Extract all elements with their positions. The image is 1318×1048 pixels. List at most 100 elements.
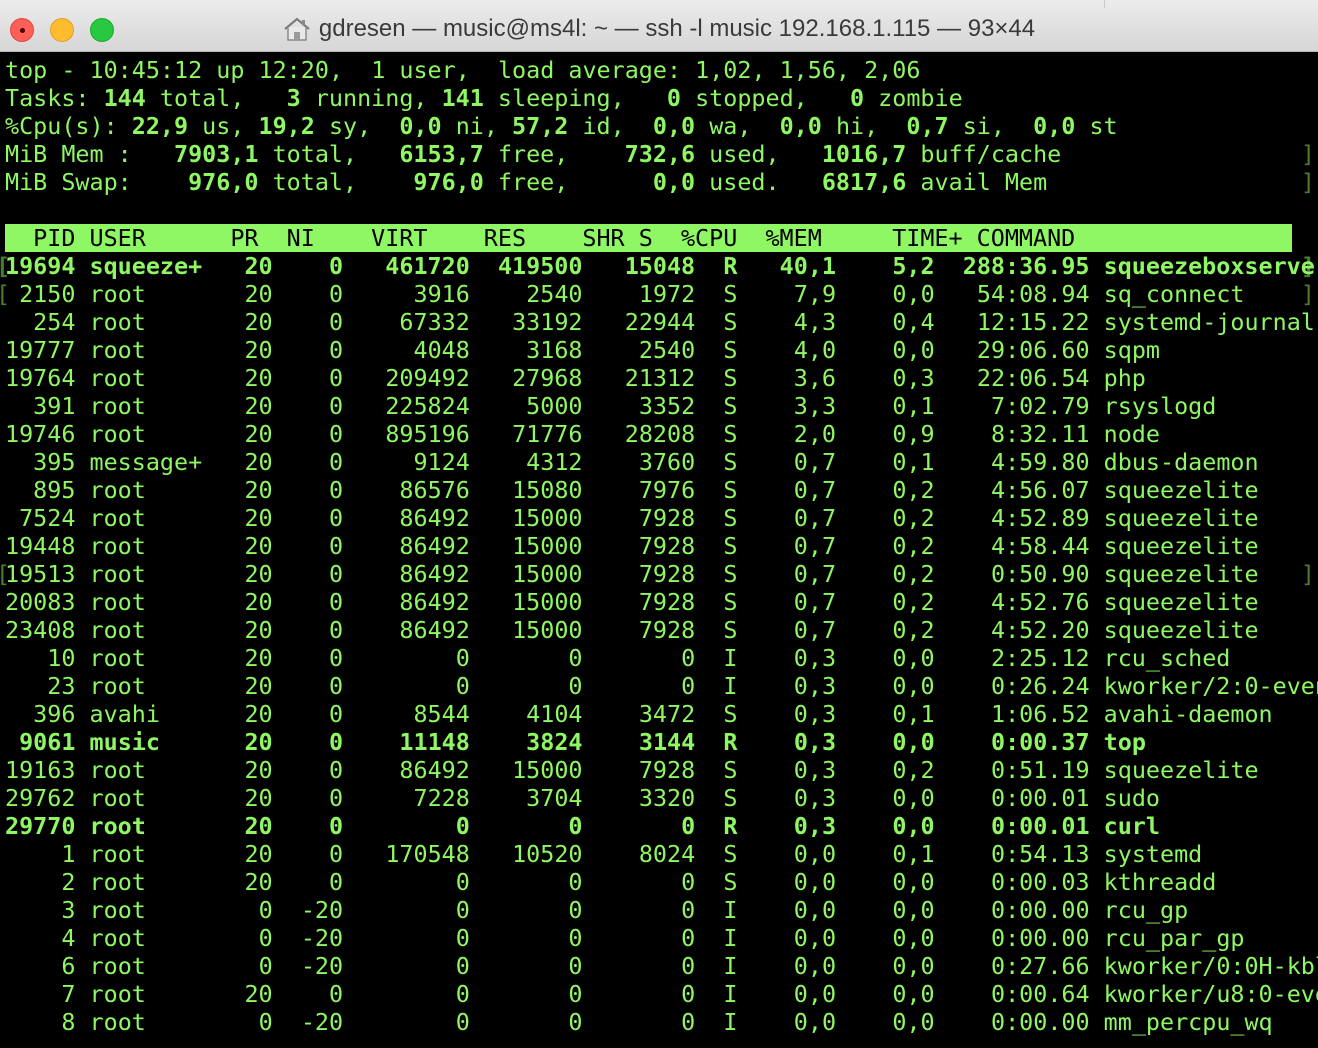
ni-cell: 0 (328, 644, 344, 672)
terminal-content[interactable]: top - 10:45:12 up 12:20, 1 user, load av… (0, 56, 1318, 1048)
ni-cell: 0 (328, 700, 344, 728)
virt-cell: 895196 (385, 420, 470, 448)
shr-cell: 0 (681, 644, 696, 672)
user-cell: root (89, 644, 146, 672)
command-cell: sq_connect (1103, 280, 1245, 308)
shr-cell: 7928 (638, 504, 696, 532)
state-cell: I (723, 1008, 738, 1036)
command-cell: rcu_sched (1103, 644, 1231, 672)
res-cell: 15000 (512, 504, 583, 532)
res-cell: 3704 (526, 784, 583, 812)
virt-cell: 0 (455, 980, 470, 1008)
pr-cell: 20 (244, 280, 273, 308)
res-cell: 33192 (512, 308, 583, 336)
command-cell: node (1103, 420, 1160, 448)
pid-cell: 2150 (19, 280, 76, 308)
shr-cell: 7928 (638, 616, 696, 644)
pid-cell: 29762 (5, 784, 76, 812)
shr-cell: 7976 (638, 476, 696, 504)
res-cell: 419500 (497, 252, 583, 280)
state-cell: R (723, 812, 738, 840)
pr-cell: 20 (244, 728, 273, 756)
cpu-cell: 2,0 (793, 420, 837, 448)
shr-cell: 15048 (624, 252, 696, 280)
pr-cell: 20 (244, 784, 273, 812)
ni-cell: -20 (300, 924, 344, 952)
pid-cell: 2 (61, 868, 76, 896)
uptime-line: top - 10:45:12 up 12:20, 1 user, load av… (5, 56, 921, 84)
mem-cell: 0,0 (892, 952, 935, 980)
cpu-cell: 0,0 (793, 840, 837, 868)
process-table-header: PID USER PR NI VIRT RES SHR S %CPU %MEM … (5, 224, 1292, 252)
tab-divider (1104, 0, 1105, 8)
ni-cell: 0 (328, 980, 344, 1008)
user-cell: root (89, 812, 146, 840)
pr-cell: 20 (244, 448, 273, 476)
time-cell: 0:00.03 (990, 868, 1090, 896)
user-cell: root (89, 476, 146, 504)
user-cell: root (89, 896, 146, 924)
shr-cell: 2540 (638, 336, 696, 364)
res-cell: 0 (568, 924, 583, 952)
user-cell: root (89, 560, 146, 588)
command-cell: rsyslogd (1103, 392, 1217, 420)
time-cell: 4:52.76 (990, 588, 1090, 616)
mem-cell: 0,0 (892, 336, 935, 364)
state-cell: S (723, 756, 738, 784)
cpu-cell: 0,7 (793, 532, 837, 560)
cpu-cell: 0,7 (793, 560, 837, 588)
virt-cell: 86492 (399, 616, 470, 644)
virt-cell: 86492 (399, 588, 470, 616)
table-row: 396 avahi 20 0 8544 4104 3472 S 0,3 0,1 … (5, 700, 1315, 728)
table-row: 10 root 20 0 0 0 0 I 0,3 0,0 2:25.12 rcu… (5, 644, 1315, 672)
res-cell: 2540 (526, 280, 583, 308)
shr-cell: 7928 (638, 560, 696, 588)
pr-cell: 20 (244, 840, 273, 868)
shr-cell: 21312 (624, 364, 696, 392)
time-cell: 288:36.95 (962, 252, 1090, 280)
state-cell: S (723, 448, 738, 476)
command-cell: php (1103, 364, 1146, 392)
ni-cell: 0 (328, 840, 344, 868)
table-row: 6 root 0 -20 0 0 0 I 0,0 0,0 0:27.66 kwo… (5, 952, 1318, 980)
time-cell: 1:06.52 (990, 700, 1090, 728)
table-row: 19746 root 20 0 895196 71776 28208 S 2,0… (5, 420, 1315, 448)
shr-cell: 0 (681, 1008, 696, 1036)
pid-cell: 1 (61, 840, 76, 868)
cpu-cell: 0,7 (793, 448, 837, 476)
scroll-marker-left: [ (0, 560, 10, 588)
pid-cell: 23408 (5, 616, 76, 644)
ni-cell: -20 (300, 952, 344, 980)
mem-cell: 0,2 (892, 504, 935, 532)
cpu-cell: 0,3 (793, 784, 837, 812)
pid-cell: 254 (33, 308, 76, 336)
res-cell: 0 (568, 644, 583, 672)
time-cell: 0:00.00 (990, 924, 1090, 952)
mem-cell: 0,0 (892, 924, 935, 952)
scroll-marker-right: ] (1300, 280, 1315, 308)
time-cell: 0:00.64 (990, 980, 1090, 1008)
state-cell: S (723, 840, 738, 868)
cpu-cell: 40,1 (779, 252, 836, 280)
table-row: 4 root 0 -20 0 0 0 I 0,0 0,0 0:00.00 rcu… (5, 924, 1315, 952)
command-cell: squeezelite (1103, 616, 1259, 644)
cpu-cell: 0,0 (793, 1008, 837, 1036)
table-row: 29770 root 20 0 0 0 0 R 0,3 0,0 0:00.01 … (5, 812, 1315, 840)
pr-cell: 20 (244, 336, 273, 364)
shr-cell: 3472 (638, 700, 696, 728)
time-cell: 0:50.90 (990, 560, 1090, 588)
res-cell: 10520 (512, 840, 583, 868)
mem-cell: 0,2 (892, 756, 935, 784)
time-cell: 2:25.12 (990, 644, 1090, 672)
command-cell: kthreadd (1103, 868, 1217, 896)
user-cell: root (89, 308, 146, 336)
pr-cell: 20 (244, 252, 273, 280)
virt-cell: 0 (455, 812, 470, 840)
ni-cell: 0 (328, 616, 344, 644)
cpu-cell: 0,0 (793, 952, 837, 980)
time-cell: 4:58.44 (990, 532, 1090, 560)
title-bar[interactable]: gdresen — music@ms4l: ~ — ssh -l music 1… (0, 0, 1318, 52)
cpu-cell: 0,3 (793, 672, 837, 700)
shr-cell: 0 (681, 812, 696, 840)
table-row: 254 root 20 0 67332 33192 22944 S 4,3 0,… (5, 308, 1315, 336)
